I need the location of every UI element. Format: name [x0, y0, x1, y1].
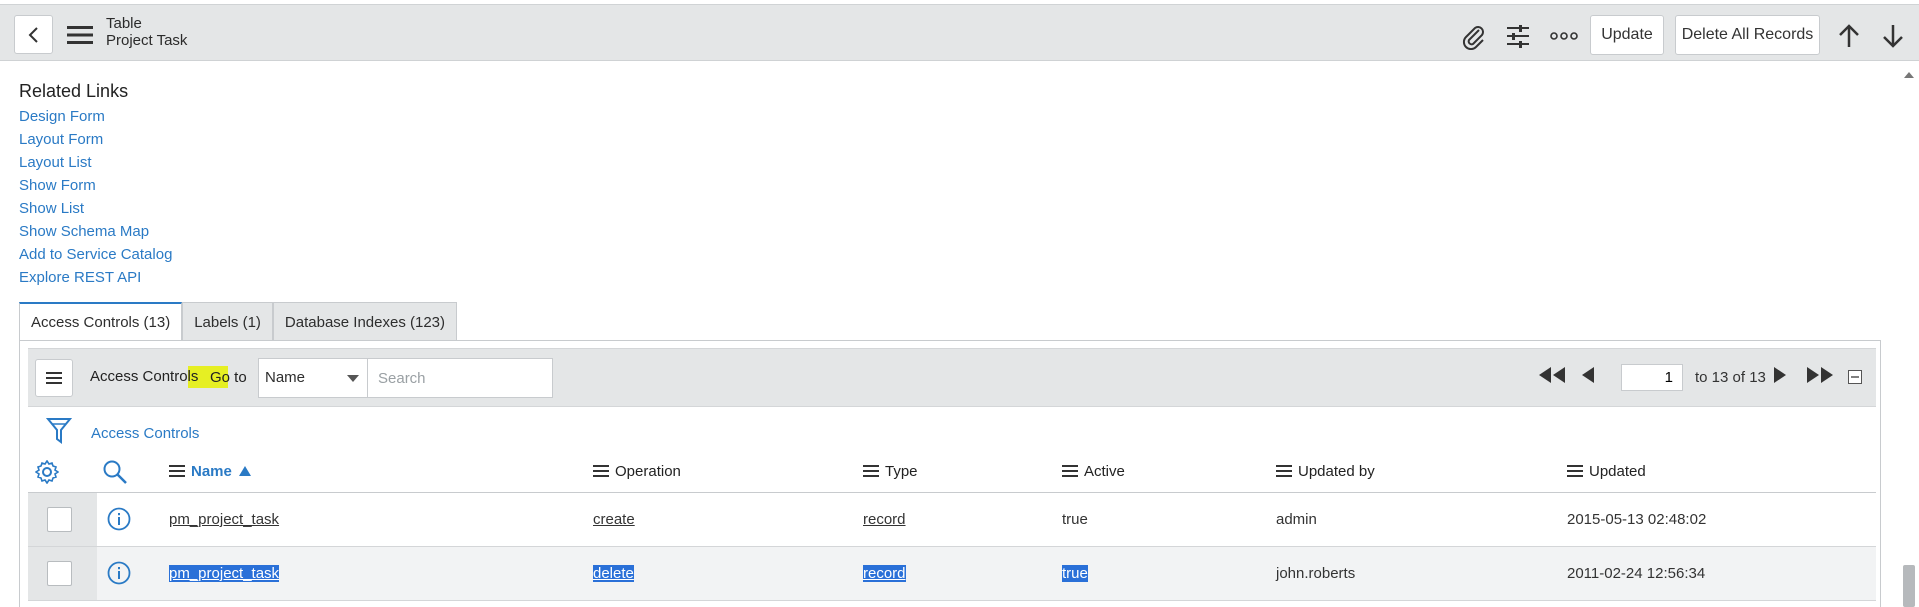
cell-type[interactable]: record [863, 565, 906, 582]
chevron-left-icon [28, 26, 38, 43]
layout-list-link[interactable]: Layout List [19, 152, 172, 175]
delete-all-records-button[interactable]: Delete All Records [1675, 15, 1820, 55]
related-links-heading: Related Links [19, 81, 129, 101]
goto-field-value: Name [265, 369, 306, 386]
sort-ascending-icon [238, 466, 251, 476]
show-form-link[interactable]: Show Form [19, 175, 172, 198]
cell-active: true [1062, 565, 1088, 582]
page-scrollbar[interactable] [1900, 62, 1919, 607]
record-type-label: Table [106, 15, 142, 32]
cell-updated-by: admin [1276, 511, 1317, 528]
table-row: pm_project_task create record true admin… [28, 493, 1876, 547]
last-page-icon[interactable] [1805, 367, 1835, 383]
cell-updated: 2011-02-24 12:56:34 [1567, 565, 1706, 582]
access-controls-panel: Access Controls Go to Name to 13 of 13 A… [19, 340, 1881, 607]
column-header-active[interactable]: Active [1062, 454, 1125, 488]
column-operation-label: Operation [615, 462, 681, 480]
gear-icon[interactable] [34, 459, 60, 489]
column-type-label: Type [885, 462, 918, 480]
list-title: Access Controls [90, 368, 199, 385]
cell-updated-by: john.roberts [1276, 565, 1356, 582]
column-header-updated-by[interactable]: Updated by [1276, 454, 1375, 488]
form-header: Table Project Task Update Delete All Rec… [0, 4, 1919, 61]
info-icon[interactable] [107, 507, 131, 531]
filter-breadcrumb[interactable]: Access Controls [91, 425, 199, 442]
more-options-icon[interactable] [1549, 21, 1579, 51]
next-page-icon[interactable] [1773, 367, 1787, 383]
column-header-updated[interactable]: Updated [1567, 454, 1646, 488]
related-links-list: Design Form Layout Form Layout List Show… [19, 106, 172, 290]
list-toolbar: Access Controls Go to Name to 13 of 13 [28, 348, 1876, 407]
cell-active: true [1062, 511, 1088, 528]
layout-form-link[interactable]: Layout Form [19, 129, 172, 152]
column-header-name[interactable]: Name [169, 454, 252, 488]
cell-operation[interactable]: create [593, 511, 635, 528]
column-active-label: Active [1084, 462, 1125, 480]
arrow-down-icon[interactable] [1878, 21, 1908, 51]
row-checkbox[interactable] [47, 561, 72, 586]
search-icon[interactable] [102, 459, 128, 490]
page-number-input[interactable] [1621, 364, 1683, 391]
column-menu-icon [863, 465, 879, 477]
page-range-label: to 13 of 13 [1695, 369, 1766, 386]
filter-funnel-icon[interactable] [45, 417, 73, 445]
column-header-operation[interactable]: Operation [593, 454, 681, 488]
explore-rest-api-link[interactable]: Explore REST API [19, 267, 172, 290]
column-menu-icon [1276, 465, 1292, 477]
update-button[interactable]: Update [1590, 15, 1664, 55]
table-row: pm_project_task delete record true john.… [28, 547, 1876, 601]
cell-operation[interactable]: delete [593, 565, 634, 582]
column-updated-label: Updated [1589, 462, 1646, 480]
info-icon[interactable] [107, 561, 131, 585]
tab-access-controls[interactable]: Access Controls (13) [19, 302, 183, 341]
personalize-sliders-icon[interactable] [1503, 21, 1533, 51]
cell-updated: 2015-05-13 02:48:02 [1567, 511, 1707, 528]
row-checkbox[interactable] [47, 507, 72, 532]
column-name-label: Name [191, 462, 232, 480]
show-list-link[interactable]: Show List [19, 198, 172, 221]
related-lists-tabs: Access Controls (13) Labels (1) Database… [19, 302, 458, 341]
cell-type[interactable]: record [863, 511, 906, 528]
previous-page-icon[interactable] [1581, 367, 1595, 383]
collapse-list-icon[interactable] [1848, 370, 1862, 384]
column-menu-icon [169, 465, 185, 477]
header-title-block: Table Project Task [106, 15, 187, 49]
cell-name[interactable]: pm_project_task [169, 511, 279, 528]
tab-labels[interactable]: Labels (1) [182, 302, 273, 341]
column-menu-icon [593, 465, 609, 477]
column-menu-icon [1567, 465, 1583, 477]
add-to-service-catalog-link[interactable]: Add to Service Catalog [19, 244, 172, 267]
scroll-up-arrow-icon[interactable] [1904, 72, 1914, 78]
show-schema-map-link[interactable]: Show Schema Map [19, 221, 172, 244]
arrow-up-icon[interactable] [1834, 21, 1864, 51]
row-select-cell [28, 493, 97, 546]
scrollbar-thumb[interactable] [1903, 565, 1915, 607]
design-form-link[interactable]: Design Form [19, 106, 172, 129]
goto-label: Go to [210, 369, 247, 386]
back-button[interactable] [14, 15, 53, 54]
column-updated-by-label: Updated by [1298, 462, 1375, 480]
first-page-icon[interactable] [1537, 367, 1567, 383]
column-header-type[interactable]: Type [863, 454, 918, 488]
row-select-cell [28, 547, 97, 600]
cell-name[interactable]: pm_project_task [169, 565, 280, 582]
tab-database-indexes[interactable]: Database Indexes (123) [272, 302, 458, 341]
hamburger-menu-icon[interactable] [67, 25, 93, 45]
column-menu-icon [1062, 465, 1078, 477]
caret-down-icon [347, 375, 359, 382]
goto-field-select[interactable]: Name [258, 358, 367, 398]
search-input[interactable] [367, 358, 553, 398]
paperclip-icon[interactable] [1458, 21, 1488, 51]
list-context-menu-button[interactable] [35, 359, 73, 397]
list-menu-icon [46, 372, 62, 384]
record-name-label: Project Task [106, 32, 188, 49]
